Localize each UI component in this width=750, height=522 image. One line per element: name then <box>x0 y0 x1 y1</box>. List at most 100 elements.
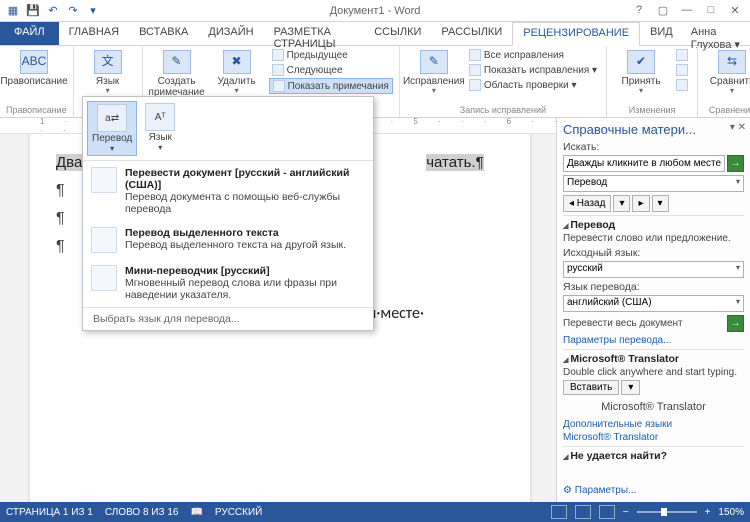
print-layout-icon[interactable] <box>575 505 591 519</box>
compare-icon: ⇆ <box>718 50 746 74</box>
tab-insert[interactable]: ВСТАВКА <box>129 22 198 45</box>
show-markup-button[interactable]: Показать исправления ▾ <box>466 63 600 77</box>
insert-button[interactable]: Вставить <box>563 380 619 395</box>
group-compare: ⇆Сравнить Сравнение <box>698 46 750 117</box>
translate-document-item[interactable]: Перевести документ [русский - английский… <box>83 161 373 221</box>
mini-translator-icon <box>91 265 117 291</box>
group-proofing: ABCПравописание Правописание <box>0 46 74 117</box>
accept-button[interactable]: ✔Принять <box>613 48 669 98</box>
reject-button[interactable] <box>673 48 691 62</box>
new-comment-button[interactable]: ✎Создать примечание <box>149 48 205 100</box>
title-bar: ▦ 💾 ↶ ↷ ▾ Документ1 - Word ? ▢ — □ ✕ <box>0 0 750 22</box>
translation-options-link[interactable]: Параметры перевода... <box>563 335 744 346</box>
zoom-out-icon[interactable]: − <box>623 507 629 518</box>
language-button[interactable]: 文Язык <box>80 48 136 98</box>
delete-comment-button[interactable]: ✖Удалить <box>209 48 265 98</box>
tab-design[interactable]: ДИЗАЙН <box>198 22 263 45</box>
next-comment-button[interactable]: Следующее <box>269 63 393 77</box>
translator-link[interactable]: Microsoft® Translator <box>563 432 744 443</box>
track-changes-icon: ✎ <box>420 50 448 74</box>
maximize-icon[interactable]: □ <box>702 4 720 17</box>
pane-title: Справочные матери... <box>563 122 744 137</box>
reject-icon <box>676 49 688 61</box>
ms-translator-section[interactable]: Microsoft® Translator <box>563 353 744 365</box>
forward-button[interactable]: ▸ <box>632 195 649 212</box>
translate-sel-icon <box>91 227 117 253</box>
word-icon: ▦ <box>4 2 22 20</box>
search-input[interactable] <box>563 155 725 172</box>
translator-logo: Microsoft® Translator <box>563 401 744 413</box>
source-language-select[interactable]: русский <box>563 261 744 278</box>
window-title: Документ1 - Word <box>330 5 421 17</box>
tab-home[interactable]: ГЛАВНАЯ <box>59 22 129 45</box>
prev-comment-button[interactable]: Предыдущее <box>269 48 393 62</box>
mini-translator-item[interactable]: Мини-переводчик [русский]Мгновенный пере… <box>83 259 373 307</box>
help-icon[interactable]: ? <box>630 4 648 17</box>
close-icon[interactable]: ✕ <box>726 4 744 17</box>
translation-section[interactable]: Перевод <box>563 219 744 231</box>
prev-change-button[interactable] <box>673 63 691 77</box>
ribbon-options-icon[interactable]: ▢ <box>654 4 672 17</box>
back-split[interactable]: ▾ <box>613 195 630 212</box>
cant-find-section[interactable]: Не удается найти? <box>563 450 744 462</box>
research-options-link[interactable]: ⚙ Параметры... <box>563 485 636 496</box>
language-dropdown-popup: a⇄Перевод▾ AᵀЯзык▾ Перевести документ [р… <box>82 96 374 331</box>
back-button[interactable]: ◂ Назад <box>563 195 611 212</box>
group-tracking: ✎Исправления Все исправления Показать ис… <box>400 46 607 117</box>
delete-comment-icon: ✖ <box>223 50 251 74</box>
forward-split[interactable]: ▾ <box>652 195 669 212</box>
prev-change-icon <box>676 64 688 76</box>
read-mode-icon[interactable] <box>551 505 567 519</box>
status-bar: СТРАНИЦА 1 ИЗ 1 СЛОВО 8 ИЗ 16 📖 РУССКИЙ … <box>0 502 750 522</box>
next-change-icon <box>676 79 688 91</box>
language-icon: 文 <box>94 50 122 74</box>
translate-selection-item[interactable]: Перевод выделенного текстаПеревод выделе… <box>83 221 373 259</box>
translate-doc-go[interactable]: → <box>727 315 744 332</box>
insert-split[interactable]: ▾ <box>621 380 640 395</box>
next-icon <box>272 64 284 76</box>
tab-references[interactable]: ССЫЛКИ <box>364 22 431 45</box>
quick-access-toolbar: ▦ 💾 ↶ ↷ ▾ <box>0 2 102 20</box>
zoom-in-icon[interactable]: + <box>705 507 711 518</box>
undo-icon[interactable]: ↶ <box>44 2 62 20</box>
tab-layout[interactable]: РАЗМЕТКА СТРАНИЦЫ <box>264 22 365 45</box>
translate-btn[interactable]: a⇄Перевод▾ <box>87 101 137 156</box>
user-account[interactable]: Анна Глухова ▾ <box>683 22 750 45</box>
tab-file[interactable]: ФАЙЛ <box>0 22 59 45</box>
accept-icon: ✔ <box>627 50 655 74</box>
redo-icon[interactable]: ↷ <box>64 2 82 20</box>
translate-doc-icon <box>91 167 117 193</box>
prev-icon <box>272 49 284 61</box>
next-change-button[interactable] <box>673 78 691 92</box>
search-go-button[interactable]: → <box>727 155 744 172</box>
target-language-select[interactable]: английский (США) <box>563 295 744 312</box>
ribbon-tabs: ФАЙЛ ГЛАВНАЯ ВСТАВКА ДИЗАЙН РАЗМЕТКА СТР… <box>0 22 750 46</box>
web-layout-icon[interactable] <box>599 505 615 519</box>
language-btn[interactable]: AᵀЯзык▾ <box>141 101 179 156</box>
zoom-level[interactable]: 150% <box>718 507 744 518</box>
category-select[interactable]: Перевод <box>563 175 744 192</box>
page-status[interactable]: СТРАНИЦА 1 ИЗ 1 <box>6 507 93 518</box>
qat-more-icon[interactable]: ▾ <box>84 2 102 20</box>
word-count[interactable]: СЛОВО 8 ИЗ 16 <box>105 507 179 518</box>
tab-mailings[interactable]: РАССЫЛКИ <box>431 22 512 45</box>
tab-view[interactable]: ВИД <box>640 22 683 45</box>
tab-review[interactable]: РЕЦЕНЗИРОВАНИЕ <box>512 22 640 46</box>
choose-translation-language[interactable]: Выбрать язык для перевода... <box>83 308 373 330</box>
reviewing-pane-button[interactable]: Область проверки ▾ <box>466 78 600 92</box>
language-icon: Aᵀ <box>145 103 175 131</box>
language-status[interactable]: РУССКИЙ <box>215 507 262 518</box>
translate-icon: a⇄ <box>97 104 127 132</box>
pane-close-icon[interactable]: ▾ ✕ <box>730 122 746 133</box>
spell-icon[interactable]: 📖 <box>190 507 202 518</box>
compare-button[interactable]: ⇆Сравнить <box>704 48 750 98</box>
spelling-button[interactable]: ABCПравописание <box>6 48 62 89</box>
save-icon[interactable]: 💾 <box>24 2 42 20</box>
track-changes-button[interactable]: ✎Исправления <box>406 48 462 98</box>
more-languages-link[interactable]: Дополнительные языки <box>563 419 744 430</box>
research-pane: Справочные матери... ▾ ✕ Искать: → Перев… <box>556 118 750 502</box>
zoom-slider[interactable] <box>637 511 697 513</box>
minimize-icon[interactable]: — <box>678 4 696 17</box>
display-for-review-select[interactable]: Все исправления <box>466 48 600 62</box>
show-comments-button[interactable]: Показать примечания <box>269 78 393 94</box>
